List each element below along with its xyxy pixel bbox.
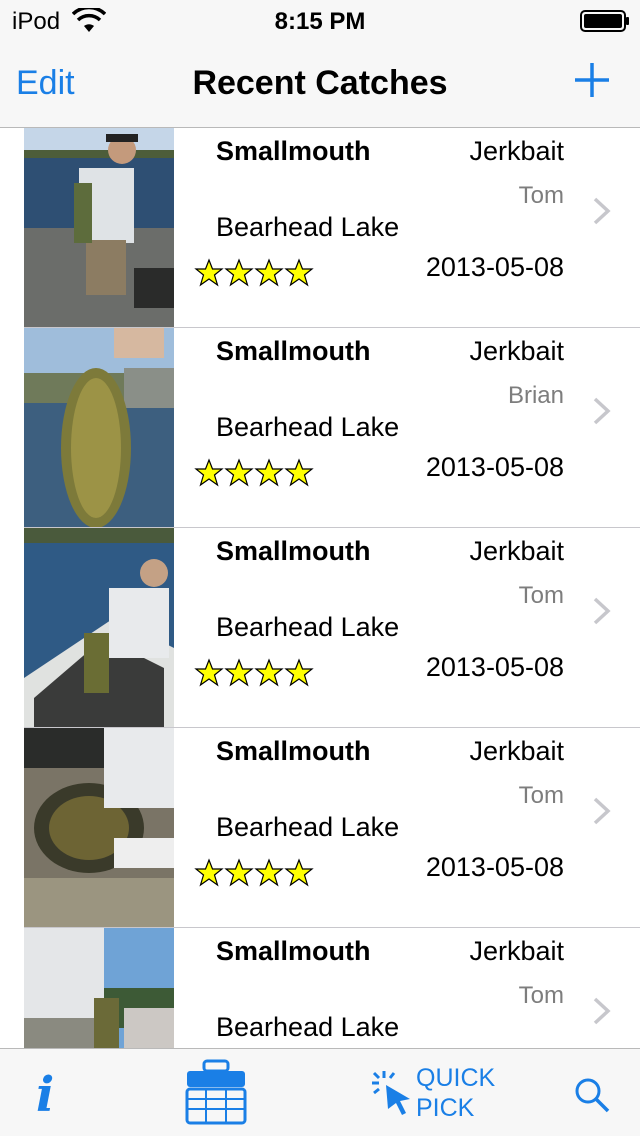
- quick-pick-line2: PICK: [416, 1094, 475, 1122]
- chevron-right-icon: [593, 797, 611, 825]
- add-icon[interactable]: [574, 62, 610, 98]
- star-icon: [224, 258, 254, 287]
- quick-pick-label: QUICK PICK: [416, 1063, 495, 1123]
- star-icon: [284, 258, 314, 287]
- catch-photo: [24, 928, 174, 1048]
- catch-row[interactable]: Smallmouth Jerkbait Brian Bearhead Lake …: [0, 328, 640, 528]
- lake-label: Bearhead Lake: [216, 1012, 400, 1042]
- star-icon: [254, 658, 284, 687]
- lure-label: Jerkbait: [469, 736, 564, 766]
- star-icon: [254, 258, 284, 287]
- species-label: Smallmouth: [216, 536, 371, 566]
- date-label: 2013-05-08: [425, 452, 564, 482]
- page-title: Recent Catches: [192, 64, 448, 102]
- star-icon: [284, 658, 314, 687]
- star-icon: [194, 658, 224, 687]
- chevron-right-icon: [593, 197, 611, 225]
- catch-list[interactable]: Smallmouth Jerkbait Tom Bearhead Lake 20…: [0, 128, 640, 1048]
- lure-label: Jerkbait: [469, 336, 564, 366]
- catch-photo: [24, 128, 174, 327]
- navigation-bar: Edit Recent Catches: [0, 40, 640, 128]
- star-icon: [224, 658, 254, 687]
- lure-label: Jerkbait: [469, 536, 564, 566]
- star-icon: [254, 458, 284, 487]
- clock: 8:15 PM: [274, 8, 366, 35]
- star-rating: [194, 658, 314, 688]
- star-icon: [284, 458, 314, 487]
- species-label: Smallmouth: [216, 336, 371, 366]
- catch-photo: [24, 728, 174, 927]
- star-icon: [284, 858, 314, 887]
- quick-pick-line1: QUICK: [416, 1064, 496, 1092]
- status-bar: iPod 8:15 PM: [0, 0, 640, 40]
- lake-label: Bearhead Lake: [216, 212, 400, 242]
- lure-label: Jerkbait: [469, 936, 564, 966]
- chevron-right-icon: [593, 397, 611, 425]
- date-label: 2013-05-08: [425, 852, 564, 882]
- date-label: 2013-05-08: [425, 652, 564, 682]
- star-icon: [224, 858, 254, 887]
- star-icon: [194, 258, 224, 287]
- star-icon: [194, 458, 224, 487]
- lake-label: Bearhead Lake: [216, 812, 400, 842]
- catch-photo: [24, 328, 174, 527]
- star-rating: [194, 858, 314, 888]
- lake-label: Bearhead Lake: [216, 612, 400, 642]
- star-rating: [194, 258, 314, 288]
- info-icon[interactable]: i: [36, 1067, 54, 1123]
- lake-label: Bearhead Lake: [216, 412, 400, 442]
- angler-label: Tom: [518, 182, 564, 209]
- angler-label: Brian: [507, 382, 564, 409]
- star-rating: [194, 458, 314, 488]
- species-label: Smallmouth: [216, 736, 371, 766]
- catch-row[interactable]: Smallmouth Jerkbait Tom Bearhead Lake 20…: [0, 128, 640, 328]
- star-icon: [254, 858, 284, 887]
- chevron-right-icon: [593, 997, 611, 1025]
- tab-bar: i QUICK PICK: [0, 1048, 640, 1136]
- date-label: 2013-05-08: [425, 252, 564, 282]
- catch-row[interactable]: Smallmouth Jerkbait Tom Bearhead Lake 20…: [0, 528, 640, 728]
- catch-photo: [24, 528, 174, 727]
- angler-label: Tom: [518, 982, 564, 1009]
- cursor-click-icon: [372, 1071, 410, 1115]
- angler-label: Tom: [518, 782, 564, 809]
- search-icon[interactable]: [574, 1077, 610, 1113]
- star-icon: [194, 858, 224, 887]
- catch-row[interactable]: Smallmouth Jerkbait Tom Bearhead Lake 20…: [0, 928, 640, 1048]
- lure-label: Jerkbait: [469, 136, 564, 166]
- star-icon: [224, 458, 254, 487]
- catch-row[interactable]: Smallmouth Jerkbait Tom Bearhead Lake 20…: [0, 728, 640, 928]
- species-label: Smallmouth: [216, 936, 371, 966]
- tackle-box-icon[interactable]: [184, 1059, 248, 1127]
- species-label: Smallmouth: [216, 136, 371, 166]
- battery-icon: [580, 10, 629, 32]
- chevron-right-icon: [593, 597, 611, 625]
- angler-label: Tom: [518, 582, 564, 609]
